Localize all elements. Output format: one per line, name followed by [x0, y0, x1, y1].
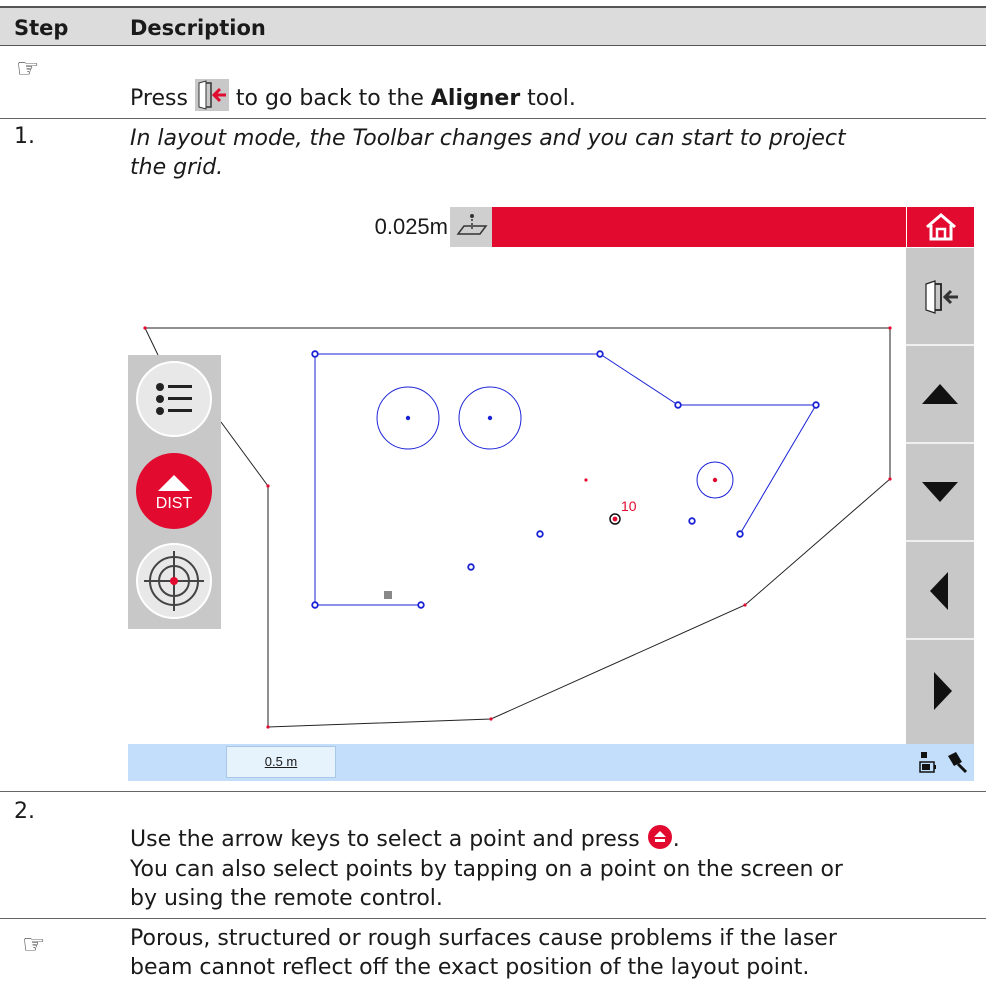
scale-label: 0.5 m — [264, 754, 298, 769]
step2-line3: by using the remote control. — [130, 886, 443, 911]
exit-icon — [925, 280, 958, 314]
arrow-left-button[interactable] — [906, 542, 974, 640]
step2-line1b: . — [672, 827, 680, 852]
note-hand-icon: ☞ — [22, 930, 46, 960]
arrow-down-button[interactable] — [906, 444, 974, 542]
note1-before: Press — [130, 86, 188, 111]
step2-line1a: Use the arrow keys to select a point and… — [130, 827, 640, 852]
list-button[interactable] — [136, 361, 212, 437]
left-toolbar: DIST — [128, 355, 221, 629]
device-screen: 0.025m 10 DIST 0.5 m — [128, 207, 974, 781]
exit-icon-inline — [194, 79, 229, 111]
table-header: Step Description — [0, 6, 986, 46]
status-bar: 0.5 m — [128, 744, 974, 781]
row-divider — [0, 118, 986, 119]
home-button[interactable] — [906, 207, 974, 247]
target-icon — [144, 551, 204, 611]
layout-canvas[interactable]: 10 — [128, 207, 906, 744]
arrow-right-button[interactable] — [906, 640, 974, 744]
step1-line1: In layout mode, the Toolbar changes and … — [130, 126, 846, 151]
arrow-down-icon — [922, 482, 958, 502]
scale-indicator: 0.5 m — [226, 746, 336, 778]
dist-button[interactable]: DIST — [136, 453, 212, 529]
marker-icon — [384, 591, 392, 599]
note2-line1: Porous, structured or rough surfaces cau… — [130, 926, 837, 951]
note-hand-icon: ☞ — [16, 54, 40, 84]
note1-end: tool. — [527, 86, 576, 111]
point-label: 10 — [621, 498, 637, 514]
arrow-right-icon — [934, 672, 952, 710]
header-description: Description — [130, 16, 266, 40]
right-toolbar — [906, 248, 974, 744]
dist-icon-inline — [647, 824, 673, 850]
dist-icon: DIST — [156, 475, 193, 512]
list-icon — [156, 383, 192, 415]
header-step: Step — [14, 16, 69, 40]
note2-line2: beam cannot reflect off the exact positi… — [130, 955, 810, 980]
note1-text: Press to go back to the Aligner tool. — [130, 79, 970, 113]
note1-after: to go back to the — [235, 86, 424, 111]
arrow-up-icon — [922, 384, 958, 404]
battery-icon — [919, 752, 936, 773]
step1-number: 1. — [14, 124, 35, 149]
step2-line2: You can also select points by tapping on… — [130, 857, 843, 882]
row-divider — [0, 791, 986, 792]
target-button[interactable] — [136, 543, 212, 619]
step2-line1: Use the arrow keys to select a point and… — [130, 824, 970, 854]
laser-icon — [948, 752, 968, 774]
arrow-left-icon — [930, 572, 948, 610]
home-icon — [926, 213, 956, 241]
row-divider — [0, 918, 986, 919]
arrow-up-button[interactable] — [906, 346, 974, 444]
aligner-term: Aligner — [430, 86, 521, 111]
step1-line2: the grid. — [130, 155, 224, 180]
step2-number: 2. — [14, 799, 35, 824]
dist-label: DIST — [156, 495, 193, 512]
exit-button[interactable] — [906, 248, 974, 346]
